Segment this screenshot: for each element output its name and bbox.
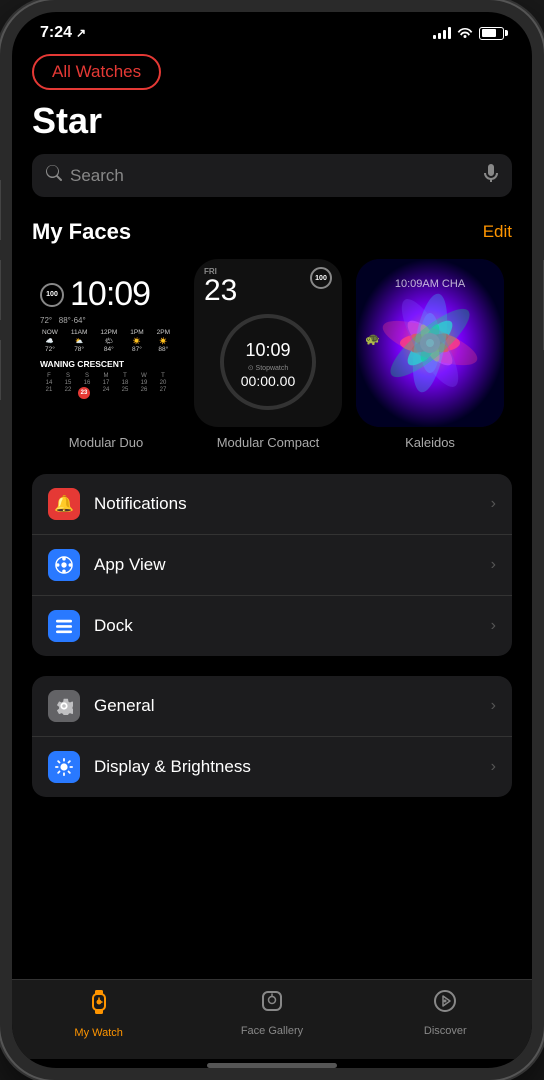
general-icon bbox=[48, 690, 80, 722]
notifications-chevron-icon: › bbox=[491, 495, 496, 513]
notifications-icon: 🔔 bbox=[48, 488, 80, 520]
face-kaleidoscope[interactable]: 10:09AM CHA 🐢 Kaleidos bbox=[356, 259, 504, 450]
notifications-row[interactable]: 🔔 Notifications › bbox=[32, 474, 512, 534]
display-brightness-row[interactable]: Display & Brightness › bbox=[32, 736, 512, 797]
gauge-svg: 10:09 ⊙ Stopwatch 00:00.00 bbox=[214, 308, 322, 416]
face-kaleidoscope-label: Kaleidos bbox=[405, 435, 455, 450]
display-brightness-icon bbox=[48, 751, 80, 783]
app-view-chevron-icon: › bbox=[491, 556, 496, 574]
svg-text:⊙ Stopwatch: ⊙ Stopwatch bbox=[248, 365, 289, 372]
svg-text:10:09: 10:09 bbox=[245, 340, 290, 360]
notifications-label: Notifications bbox=[94, 494, 491, 514]
general-row[interactable]: General › bbox=[32, 676, 512, 736]
edit-button[interactable]: Edit bbox=[483, 222, 512, 242]
microphone-icon[interactable] bbox=[484, 164, 498, 187]
volume-up-button[interactable] bbox=[0, 260, 1, 320]
dock-icon bbox=[48, 610, 80, 642]
scroll-content[interactable]: All Watches Star Search bbox=[12, 46, 532, 979]
dock-row[interactable]: Dock › bbox=[32, 595, 512, 656]
face-gallery-icon bbox=[259, 988, 285, 1021]
tab-bar: My Watch Face Gallery bbox=[12, 979, 532, 1059]
notch bbox=[212, 24, 332, 52]
tab-my-watch[interactable]: My Watch bbox=[12, 988, 185, 1039]
location-arrow-icon: ↗ bbox=[76, 26, 86, 40]
my-faces-section-header: My Faces Edit bbox=[32, 219, 512, 245]
face-modular-duo[interactable]: 100 10:09 72° 88°·64° bbox=[32, 259, 180, 450]
volume-down-button[interactable] bbox=[0, 340, 1, 400]
my-watch-tab-label: My Watch bbox=[74, 1027, 123, 1039]
general-chevron-icon: › bbox=[491, 697, 496, 715]
app-view-row[interactable]: App View › bbox=[32, 534, 512, 595]
search-input[interactable]: Search bbox=[70, 166, 476, 186]
kaleidoscope-svg: 10:09AM CHA 🐢 bbox=[356, 259, 504, 427]
page-title: Star bbox=[32, 100, 512, 142]
svg-text:00:00.00: 00:00.00 bbox=[241, 373, 296, 389]
face-modular-duo-label: Modular Duo bbox=[69, 435, 143, 450]
battery-icon bbox=[479, 27, 504, 40]
watch-faces-list[interactable]: 100 10:09 72° 88°·64° bbox=[32, 259, 512, 454]
tab-face-gallery[interactable]: Face Gallery bbox=[185, 988, 358, 1039]
face-gallery-tab-label: Face Gallery bbox=[241, 1025, 303, 1037]
signal-bars-icon bbox=[433, 27, 451, 39]
all-watches-button[interactable]: All Watches bbox=[32, 54, 161, 90]
status-icons bbox=[433, 26, 504, 41]
face-modular-compact[interactable]: FRI 23 100 bbox=[194, 259, 342, 450]
settings-section-2: General › bbox=[32, 676, 512, 797]
settings-section-1: 🔔 Notifications › bbox=[32, 474, 512, 656]
my-watch-icon bbox=[85, 988, 113, 1023]
my-faces-title: My Faces bbox=[32, 219, 131, 245]
time-display: 7:24 bbox=[40, 24, 72, 42]
mute-button[interactable] bbox=[0, 180, 1, 240]
phone-screen: 7:24 ↗ bbox=[12, 12, 532, 1068]
search-icon bbox=[46, 165, 62, 186]
dock-label: Dock bbox=[94, 616, 491, 636]
home-indicator[interactable] bbox=[207, 1063, 337, 1068]
svg-text:10:09AM CHA: 10:09AM CHA bbox=[395, 278, 466, 290]
app-view-label: App View bbox=[94, 555, 491, 575]
display-brightness-chevron-icon: › bbox=[491, 758, 496, 776]
discover-icon bbox=[432, 988, 458, 1021]
tab-discover[interactable]: Discover bbox=[359, 988, 532, 1039]
svg-text:🐢: 🐢 bbox=[365, 332, 380, 346]
phone-frame: 7:24 ↗ bbox=[0, 0, 544, 1080]
face-modular-compact-label: Modular Compact bbox=[217, 435, 320, 450]
display-brightness-label: Display & Brightness bbox=[94, 757, 491, 777]
general-label: General bbox=[94, 696, 491, 716]
dock-chevron-icon: › bbox=[491, 617, 496, 635]
app-view-icon bbox=[48, 549, 80, 581]
wifi-icon bbox=[457, 26, 473, 41]
discover-tab-label: Discover bbox=[424, 1025, 467, 1037]
search-bar[interactable]: Search bbox=[32, 154, 512, 197]
